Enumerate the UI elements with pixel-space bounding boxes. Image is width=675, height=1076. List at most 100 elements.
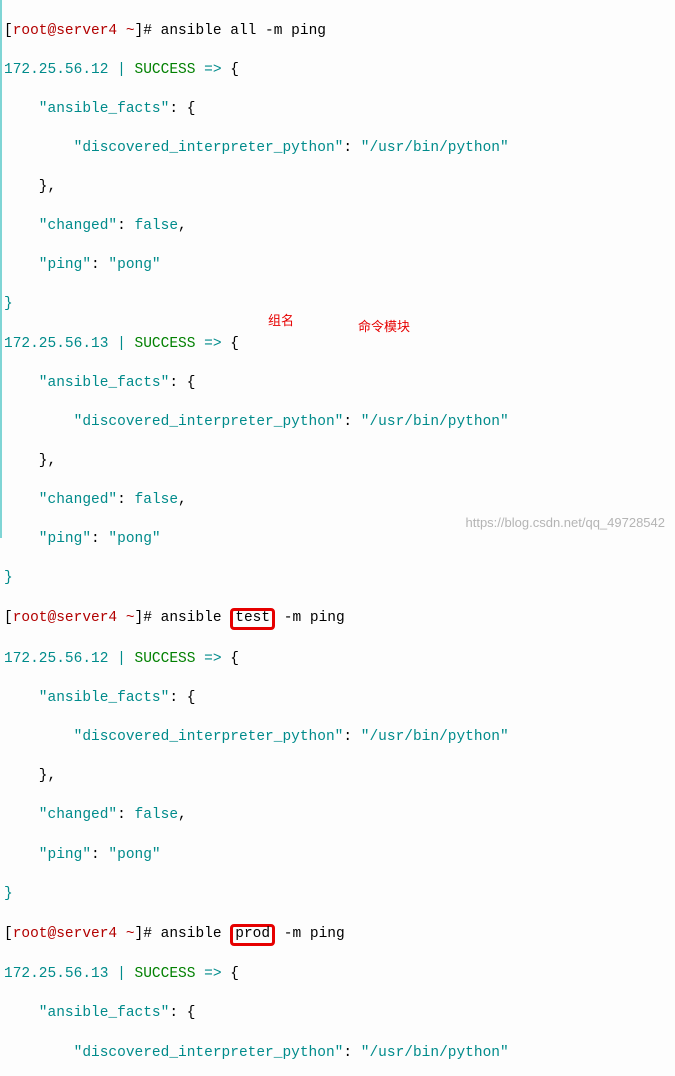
output-line: }, [4, 178, 671, 198]
host-ip: 172.25.56.13 [4, 336, 108, 352]
output-host-line: 172.25.56.13 | SUCCESS => { [4, 335, 671, 355]
json-key: "ping" [4, 257, 91, 273]
json-val: "/usr/bin/python" [361, 414, 509, 430]
brace: { [230, 966, 239, 982]
scroll-artifact [0, 0, 2, 538]
pipe: | [108, 336, 134, 352]
json-key: "ansible_facts" [4, 1005, 169, 1021]
output-line: } [4, 295, 671, 315]
output-line: } [4, 885, 671, 905]
host-ip: 172.25.56.13 [4, 966, 108, 982]
output-line: "discovered_interpreter_python": "/usr/b… [4, 1044, 671, 1064]
brace: { [230, 62, 239, 78]
json-key: "discovered_interpreter_python" [4, 414, 343, 430]
terminal-output: [root@server4 ~]# ansible all -m ping 17… [4, 2, 671, 1076]
sep: : { [169, 690, 195, 706]
highlighted-group-test: test [230, 608, 275, 630]
json-val: "/usr/bin/python" [361, 1045, 509, 1061]
json-val: false [135, 807, 179, 823]
sep: : { [169, 101, 195, 117]
output-line: }, [4, 767, 671, 787]
host-ip: 172.25.56.12 [4, 62, 108, 78]
arrow: => [195, 651, 230, 667]
sep: : [117, 807, 134, 823]
command-pre: ansible [161, 610, 231, 626]
command-post: -m ping [275, 610, 345, 626]
success-text: SUCCESS [135, 336, 196, 352]
arrow: => [195, 336, 230, 352]
output-line: "ping": "pong" [4, 846, 671, 866]
output-line: "ansible_facts": { [4, 100, 671, 120]
json-key: "ping" [4, 847, 91, 863]
success-text: SUCCESS [135, 966, 196, 982]
watermark: https://blog.csdn.net/qq_49728542 [466, 514, 666, 532]
sep: : [91, 257, 108, 273]
json-val: "/usr/bin/python" [361, 729, 509, 745]
json-key: "discovered_interpreter_python" [4, 729, 343, 745]
bracket-close: ]# [135, 926, 152, 942]
host-ip: 172.25.56.12 [4, 651, 108, 667]
json-key: "changed" [4, 807, 117, 823]
json-val: "pong" [108, 257, 160, 273]
prompt-userhost: root@server4 ~ [13, 926, 135, 942]
brace: { [230, 336, 239, 352]
json-key: "discovered_interpreter_python" [4, 1045, 343, 1061]
output-line: "ansible_facts": { [4, 374, 671, 394]
comma: , [178, 492, 187, 508]
command-pre: ansible [161, 926, 231, 942]
prompt-userhost: root@server4 ~ [13, 610, 135, 626]
pipe: | [108, 966, 134, 982]
output-host-line: 172.25.56.12 | SUCCESS => { [4, 61, 671, 81]
output-host-line: 172.25.56.13 | SUCCESS => { [4, 965, 671, 985]
output-line: "discovered_interpreter_python": "/usr/b… [4, 139, 671, 159]
json-key: "changed" [4, 218, 117, 234]
annotation-group-name: 组名 [268, 312, 294, 330]
bracket-open: [ [4, 610, 13, 626]
command-text: ansible all -m ping [161, 23, 326, 39]
json-key: "ansible_facts" [4, 690, 169, 706]
sep: : [343, 729, 360, 745]
bracket-open: [ [4, 23, 13, 39]
sep: : [117, 218, 134, 234]
pipe: | [108, 62, 134, 78]
json-key: "changed" [4, 492, 117, 508]
sep: : { [169, 1005, 195, 1021]
output-line: } [4, 569, 671, 589]
output-line: "changed": false, [4, 217, 671, 237]
json-val: "/usr/bin/python" [361, 140, 509, 156]
sep: : [91, 847, 108, 863]
prompt-line-3: [root@server4 ~]# ansible prod -m ping [4, 924, 671, 946]
output-line: "ansible_facts": { [4, 1004, 671, 1024]
bracket-close: ]# [135, 23, 152, 39]
sep: : { [169, 375, 195, 391]
sep: : [117, 492, 134, 508]
output-line: "ping": "pong" [4, 530, 671, 550]
output-line: "changed": false, [4, 806, 671, 826]
highlighted-group-prod: prod [230, 924, 275, 946]
sep: : [343, 1045, 360, 1061]
output-line: }, [4, 452, 671, 472]
brace: { [230, 651, 239, 667]
arrow: => [195, 966, 230, 982]
sep: : [91, 531, 108, 547]
json-val: false [135, 218, 179, 234]
sep: : [343, 140, 360, 156]
output-line: "changed": false, [4, 491, 671, 511]
json-val: false [135, 492, 179, 508]
comma: , [178, 807, 187, 823]
prompt-line-1: [root@server4 ~]# ansible all -m ping [4, 22, 671, 42]
bracket-open: [ [4, 926, 13, 942]
annotation-cmd-module: 命令模块 [358, 318, 410, 336]
comma: , [178, 218, 187, 234]
output-line: "ansible_facts": { [4, 689, 671, 709]
output-line: "discovered_interpreter_python": "/usr/b… [4, 728, 671, 748]
arrow: => [195, 62, 230, 78]
success-text: SUCCESS [135, 651, 196, 667]
sep: : [343, 414, 360, 430]
pipe: | [108, 651, 134, 667]
json-val: "pong" [108, 847, 160, 863]
prompt-userhost: root@server4 ~ [13, 23, 135, 39]
json-key: "ansible_facts" [4, 101, 169, 117]
output-line: "ping": "pong" [4, 256, 671, 276]
json-key: "ping" [4, 531, 91, 547]
